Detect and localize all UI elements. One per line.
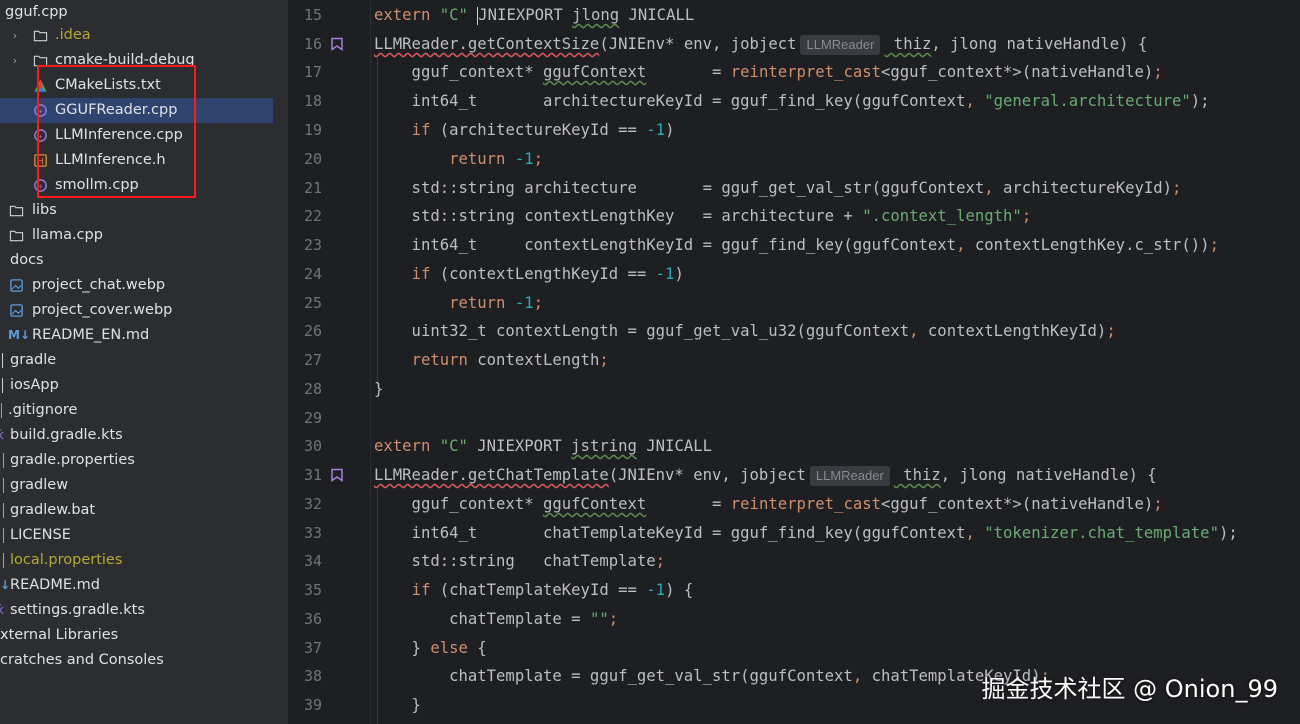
- line-number: 34: [303, 552, 322, 570]
- line-number: 22: [303, 207, 322, 225]
- tree-item-libs[interactable]: libs: [0, 198, 288, 223]
- code-line-15[interactable]: extern "C" JNIEXPORT jlong JNICALL: [374, 1, 694, 30]
- gradle-icon: ƙ: [0, 603, 4, 617]
- code-line-16[interactable]: LLMReader.getContextSize(JNIEnv* env, jo…: [374, 30, 1147, 59]
- line-number: 17: [303, 63, 322, 81]
- code-line-36[interactable]: chatTemplate = "";: [374, 605, 618, 634]
- code-line-24[interactable]: if (contextLengthKeyId == -1): [374, 260, 684, 289]
- tree-item-build-gradle-kts[interactable]: ƙ build.gradle.kts: [0, 423, 288, 448]
- tree-item-gradle[interactable]: gradle: [0, 348, 288, 373]
- code-line-35[interactable]: if (chatTemplateKeyId == -1) {: [374, 576, 694, 605]
- line-number: 24: [303, 265, 322, 283]
- line-number: 38: [303, 667, 322, 685]
- tree-item-external-libraries[interactable]: xternal Libraries: [0, 623, 288, 648]
- folder-icon: [0, 378, 3, 393]
- code-line-39[interactable]: }: [374, 691, 421, 720]
- tree-item-readme-en[interactable]: M↓ README_EN.md: [0, 323, 288, 348]
- line-number: 19: [303, 121, 322, 139]
- line-number: 16: [303, 35, 322, 53]
- line-number: 33: [303, 524, 322, 542]
- tree-item-gguf-cpp[interactable]: gguf.cpp: [0, 0, 288, 25]
- tree-item-project-chat-webp[interactable]: project_chat.webp: [0, 273, 288, 298]
- line-number: 26: [303, 322, 322, 340]
- code-line-26[interactable]: uint32_t contextLength = gguf_get_val_u3…: [374, 317, 1116, 346]
- code-line-23[interactable]: int64_t contextLengthKeyId = gguf_find_k…: [374, 231, 1219, 260]
- line-number: 36: [303, 610, 322, 628]
- project-tree-panel: gguf.cpp › .idea › cmake-build-debug CMa…: [0, 0, 288, 724]
- code-line-18[interactable]: int64_t architectureKeyId = gguf_find_ke…: [374, 87, 1210, 116]
- code-line-28[interactable]: }: [374, 375, 383, 404]
- code-line-37[interactable]: } else {: [374, 634, 487, 663]
- tree-item-scratches-consoles[interactable]: cratches and Consoles: [0, 648, 288, 673]
- tree-item-gradlew-bat[interactable]: gradlew.bat: [0, 498, 288, 523]
- folder-icon: [0, 353, 3, 368]
- tree-item-docs[interactable]: docs: [0, 248, 288, 273]
- tree-item-license[interactable]: LICENSE: [0, 523, 288, 548]
- folder-icon: [9, 205, 24, 217]
- code-line-27[interactable]: return contextLength;: [374, 346, 609, 375]
- tree-item-readme-md[interactable]: ↓ README.md: [0, 573, 288, 598]
- line-number: 39: [303, 696, 322, 714]
- line-number: 31: [303, 466, 322, 484]
- line-number: 27: [303, 351, 322, 369]
- code-line-20[interactable]: return -1;: [374, 145, 543, 174]
- go-to-declaration-icon[interactable]: [330, 468, 344, 482]
- gradle-icon: [0, 528, 4, 543]
- code-line-21[interactable]: std::string architecture = gguf_get_val_…: [374, 174, 1182, 203]
- tree-item-local-properties[interactable]: local.properties: [0, 548, 288, 573]
- folder-icon: [33, 30, 48, 42]
- folder-icon: [9, 230, 24, 242]
- line-number: 28: [303, 380, 322, 398]
- line-number: 20: [303, 150, 322, 168]
- code-line-19[interactable]: if (architectureKeyId == -1): [374, 116, 675, 145]
- code-line-38[interactable]: chatTemplate = gguf_get_val_str(ggufCont…: [374, 662, 1050, 691]
- tree-item-idea[interactable]: › .idea: [0, 23, 288, 48]
- folder-icon: [0, 403, 2, 418]
- code-line-33[interactable]: int64_t chatTemplateKeyId = gguf_find_ke…: [374, 519, 1238, 548]
- tree-item-llama-cpp[interactable]: llama.cpp: [0, 223, 288, 248]
- tree-item-iosapp[interactable]: iosApp: [0, 373, 288, 398]
- chevron-right-icon[interactable]: ›: [9, 48, 21, 73]
- line-number: 29: [303, 409, 322, 427]
- code-line-17[interactable]: gguf_context* ggufContext = reinterpret_…: [374, 58, 1163, 87]
- highlight-box: [37, 65, 196, 198]
- line-number: 21: [303, 179, 322, 197]
- line-number: 18: [303, 92, 322, 110]
- code-line-31[interactable]: LLMReader.getChatTemplate(JNIEnv* env, j…: [374, 461, 1157, 490]
- code-line-30[interactable]: extern "C" JNIEXPORT jstring JNICALL: [374, 432, 712, 461]
- code-line-32[interactable]: gguf_context* ggufContext = reinterpret_…: [374, 490, 1163, 519]
- markdown-icon: ↓: [0, 578, 11, 592]
- line-number: 25: [303, 294, 322, 312]
- watermark: 掘金技术社区 @ Onion_99: [981, 675, 1278, 703]
- code-line-25[interactable]: return -1;: [374, 289, 543, 318]
- tree-item-project-cover-webp[interactable]: project_cover.webp: [0, 298, 288, 323]
- line-number: 30: [303, 437, 322, 455]
- go-to-declaration-icon[interactable]: [330, 37, 344, 51]
- gradle-icon: [0, 553, 4, 568]
- inlay-hint: LLMReader: [809, 465, 890, 486]
- code-line-22[interactable]: std::string contextLengthKey = architect…: [374, 202, 1032, 231]
- line-number: 37: [303, 639, 322, 657]
- gradle-icon: [0, 478, 4, 493]
- gradle-icon: [0, 453, 4, 468]
- image-file-icon: [10, 279, 23, 292]
- image-file-icon: [10, 304, 23, 317]
- inlay-hint: LLMReader: [800, 34, 881, 55]
- code-line-34[interactable]: std::string chatTemplate;: [374, 547, 666, 576]
- tree-item-settings-gradle-kts[interactable]: ƙ settings.gradle.kts: [0, 598, 288, 623]
- markdown-icon: M↓: [8, 328, 30, 342]
- tree-item-gitignore[interactable]: .gitignore: [0, 398, 288, 423]
- chevron-right-icon[interactable]: ›: [9, 23, 21, 48]
- gradle-icon: ƙ: [0, 428, 4, 442]
- gradle-icon: [0, 503, 4, 518]
- line-number: 32: [303, 495, 322, 513]
- tree-item-gradlew[interactable]: gradlew: [0, 473, 288, 498]
- line-number: 15: [303, 6, 322, 24]
- tree-item-gradle-properties[interactable]: gradle.properties: [0, 448, 288, 473]
- line-number: 23: [303, 236, 322, 254]
- line-number: 35: [303, 581, 322, 599]
